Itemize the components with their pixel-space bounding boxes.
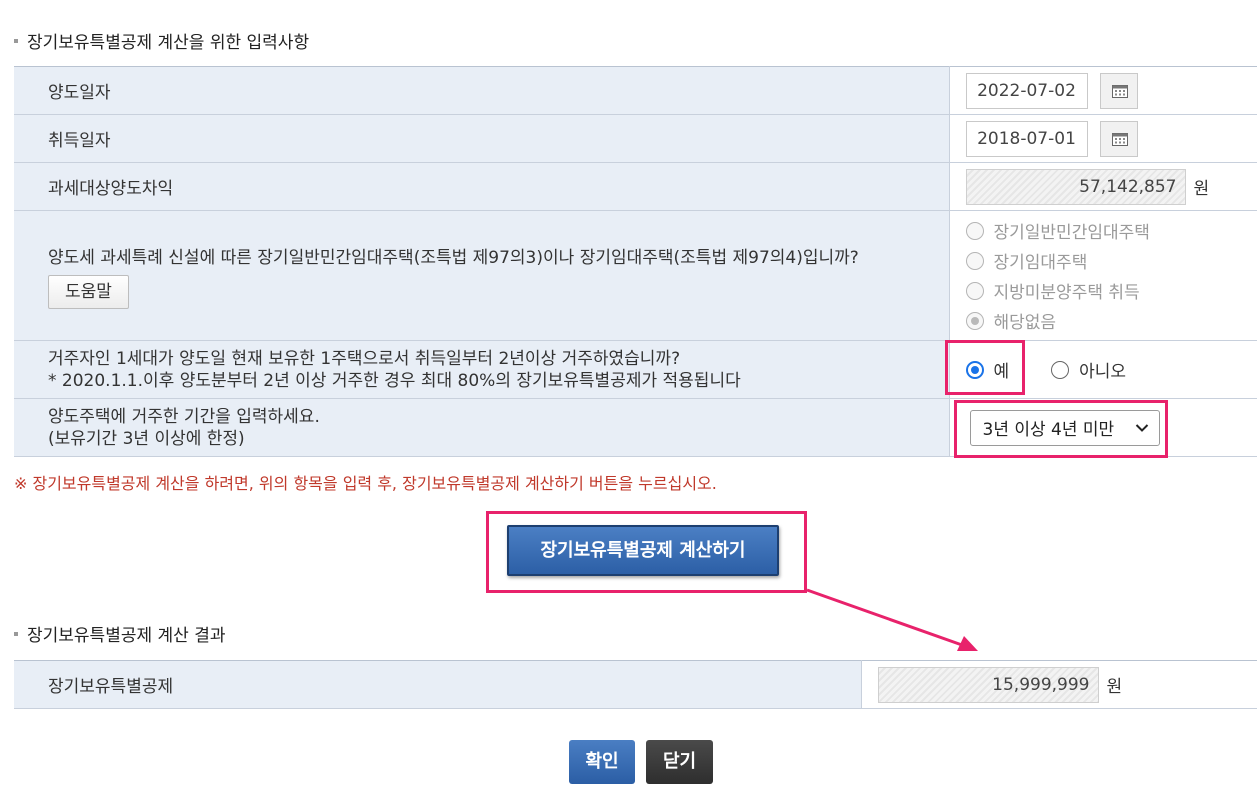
result-field: 15,999,999 <box>877 666 1099 703</box>
close-button[interactable]: 닫기 <box>646 740 713 784</box>
title-bullet <box>14 631 18 636</box>
result-section-title: 장기보유특별공제 계산 결과 <box>14 621 226 646</box>
result-unit: 원 <box>1106 677 1123 697</box>
row-result: 장기보유특별공제 15,999,999 원 <box>14 660 1257 709</box>
result-cell: 15,999,999 원 <box>861 660 1257 709</box>
confirm-button[interactable]: 확인 <box>569 740 635 784</box>
result-table: 장기보유특별공제 15,999,999 원 <box>14 660 1257 709</box>
result-label: 장기보유특별공제 <box>14 660 862 709</box>
result-section-title-text: 장기보유특별공제 계산 결과 <box>27 626 226 646</box>
